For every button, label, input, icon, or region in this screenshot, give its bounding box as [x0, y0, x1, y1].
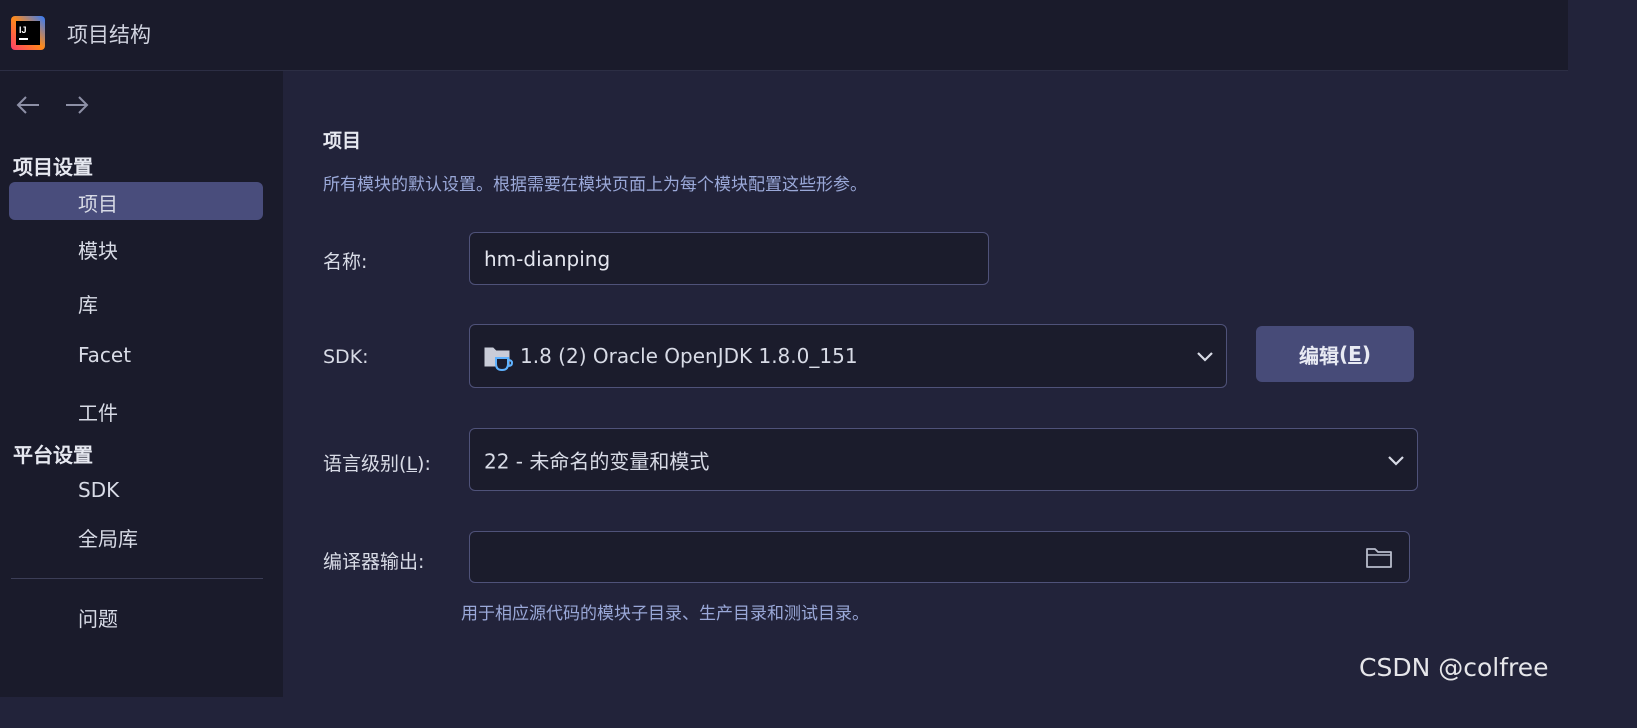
sdk-combobox[interactable]: 1.8 (2) Oracle OpenJDK 1.8.0_151	[469, 324, 1227, 388]
sidebar-divider	[11, 578, 263, 579]
edit-button-mnemonic: E	[1348, 342, 1362, 366]
intellij-logo-icon: IJ	[11, 16, 45, 50]
sdk-label: SDK:	[323, 346, 369, 368]
name-field[interactable]	[469, 232, 989, 285]
back-arrow-icon[interactable]	[14, 92, 42, 118]
language-level-value: 22 - 未命名的变量和模式	[484, 449, 710, 473]
edit-button-label: 编辑	[1299, 343, 1340, 368]
compiler-output-label: 编译器输出:	[323, 551, 425, 573]
page-description: 所有模块的默认设置。根据需要在模块页面上为每个模块配置这些形参。	[323, 175, 867, 195]
sidebar-item-artifacts[interactable]: 工件	[9, 391, 263, 429]
project-settings-header: 项目设置	[13, 155, 93, 179]
compiler-output-field[interactable]	[469, 531, 1410, 583]
sidebar-item-label: 工件	[78, 401, 118, 425]
compiler-output-input[interactable]	[484, 532, 1403, 582]
sidebar-item-global-libraries[interactable]: 全局库	[9, 517, 263, 555]
sidebar-item-modules[interactable]: 模块	[9, 229, 263, 267]
forward-arrow-icon[interactable]	[63, 92, 91, 118]
edit-sdk-button[interactable]: 编辑(E)	[1256, 326, 1414, 382]
sidebar-item-label: Facet	[78, 343, 132, 367]
sidebar-item-project[interactable]: 项目	[9, 182, 263, 220]
sidebar-item-label: 项目	[78, 192, 118, 216]
window-title: 项目结构	[67, 23, 151, 47]
title-bar: IJ 项目结构	[0, 0, 1568, 71]
folder-browse-icon[interactable]	[1365, 546, 1393, 570]
sdk-folder-icon	[484, 347, 513, 372]
svg-text:IJ: IJ	[19, 25, 27, 35]
name-input[interactable]	[484, 233, 982, 284]
page-title: 项目	[323, 130, 362, 152]
sidebar-item-problems[interactable]: 问题	[9, 597, 263, 635]
sidebar-item-label: SDK	[78, 478, 120, 502]
sidebar-item-label: 全局库	[78, 527, 138, 551]
compiler-output-hint: 用于相应源代码的模块子目录、生产目录和测试目录。	[461, 604, 869, 624]
chevron-down-icon	[1197, 352, 1213, 362]
sidebar-item-facets[interactable]: Facet	[9, 337, 263, 375]
sidebar-item-label: 问题	[78, 607, 118, 631]
sidebar-item-libraries[interactable]: 库	[9, 283, 263, 321]
sidebar-item-sdks[interactable]: SDK	[9, 472, 263, 510]
chevron-down-icon	[1388, 455, 1404, 466]
language-level-label: 语言级别(L):	[323, 453, 431, 475]
sdk-value: 1.8 (2) Oracle OpenJDK 1.8.0_151	[520, 344, 858, 368]
sidebar-item-label: 库	[78, 293, 98, 317]
language-level-combobox[interactable]: 22 - 未命名的变量和模式	[469, 428, 1418, 491]
language-level-mnemonic: L	[406, 453, 418, 475]
watermark: CSDN @colfree	[1359, 653, 1549, 682]
name-label: 名称:	[323, 251, 368, 273]
platform-settings-header: 平台设置	[13, 443, 93, 467]
sidebar-item-label: 模块	[78, 239, 118, 263]
